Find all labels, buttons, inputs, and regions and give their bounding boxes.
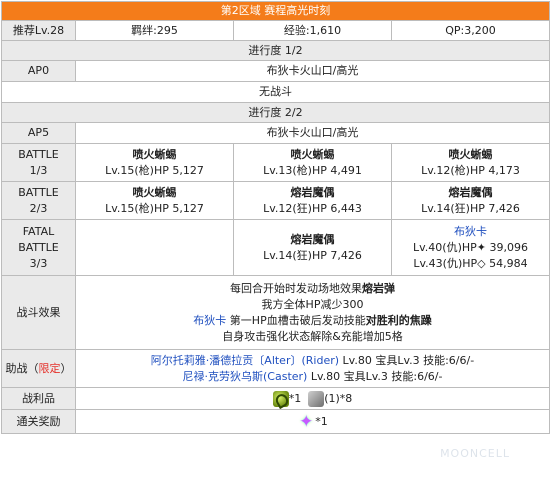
support-row: 助战（限定） 阿尔托莉雅·潘德拉贡〔Alter〕(Rider) Lv.80 宝具…	[2, 350, 550, 388]
enemy-name: 喷火蜥蜴	[394, 147, 547, 163]
enemy-name: 喷火蜥蜴	[236, 147, 389, 163]
progress-2-header: 进行度 2/2	[2, 103, 550, 123]
reward-label: 通关奖励	[2, 410, 76, 434]
battle-3-label: FATALBATTLE3/3	[2, 220, 76, 276]
servant-link[interactable]: 布狄卡	[193, 314, 226, 327]
enemy-cell: 熔岩魔偶 Lv.14(狂)HP 7,426	[392, 182, 550, 220]
recommend-level: 推荐Lv.28	[2, 21, 76, 41]
support-info: Lv.80 宝具Lv.3 技能:6/6/-	[307, 370, 442, 383]
support-content: 阿尔托莉雅·潘德拉贡〔Alter〕(Rider) Lv.80 宝具Lv.3 技能…	[76, 350, 550, 388]
enemy-stats: Lv.13(枪)HP 4,491	[236, 163, 389, 179]
empty-enemy-cell	[76, 220, 234, 276]
quest-title: 第2区域 赛程高光时刻	[2, 2, 550, 21]
enemy-stats: Lv.40(仇)HP✦ 39,096	[394, 240, 547, 256]
effect-text: 自身攻击强化状态解除&充能增加5格	[78, 329, 547, 345]
battle-1-row: BATTLE1/3 喷火蜥蜴 Lv.15(枪)HP 5,127 喷火蜥蜴 Lv.…	[2, 144, 550, 182]
enemy-cell: 布狄卡 Lv.40(仇)HP✦ 39,096 Lv.43(仇)HP◇ 54,98…	[392, 220, 550, 276]
bond-value: 羁绊:295	[76, 21, 234, 41]
location-2: 布狄卡火山口/高光	[76, 123, 550, 144]
ember-item-icon[interactable]	[308, 391, 324, 407]
support-info: Lv.80 宝具Lv.3 技能:6/6/-	[339, 354, 474, 367]
enemy-cell: 熔岩魔偶 Lv.12(狂)HP 6,443	[234, 182, 392, 220]
quest-table: 第2区域 赛程高光时刻 推荐Lv.28 羁绊:295 经验:1,610 QP:3…	[1, 1, 550, 434]
battle-1-label: BATTLE1/3	[2, 144, 76, 182]
enemy-name-link[interactable]: 布狄卡	[394, 224, 547, 240]
loot-content: *1 (1)*8	[76, 388, 550, 410]
effect-text: 每回合开始时发动场地效果	[230, 282, 362, 295]
title-row: 第2区域 赛程高光时刻	[2, 2, 550, 21]
enemy-name: 熔岩魔偶	[236, 232, 389, 248]
reward-row: 通关奖励 ✦*1	[2, 410, 550, 434]
reward-content: ✦*1	[76, 410, 550, 434]
saint-quartz-icon[interactable]: ✦	[297, 413, 315, 431]
support-servant-link[interactable]: 尼禄·克劳狄乌斯(Caster)	[183, 370, 308, 383]
enemy-stats: Lv.15(枪)HP 5,127	[78, 201, 231, 217]
battle-3-row: FATALBATTLE3/3 熔岩魔偶 Lv.14(狂)HP 7,426 布狄卡…	[2, 220, 550, 276]
enemy-stats: Lv.12(枪)HP 4,173	[394, 163, 547, 179]
enemy-cell: 喷火蜥蜴 Lv.15(枪)HP 5,127	[76, 144, 234, 182]
enemy-stats: Lv.12(狂)HP 6,443	[236, 201, 389, 217]
effects-label: 战斗效果	[2, 276, 76, 350]
enemy-stats: Lv.14(狂)HP 7,426	[236, 248, 389, 264]
skill-name: 对胜利的焦躁	[366, 314, 432, 327]
battle-2-label: BATTLE2/3	[2, 182, 76, 220]
support-label: 助战（限定）	[2, 350, 76, 388]
qp-value: QP:3,200	[392, 21, 550, 41]
effect-text: 第一HP血槽击破后发动技能	[226, 314, 365, 327]
enemy-cell: 喷火蜥蜴 Lv.15(枪)HP 5,127	[76, 182, 234, 220]
enemy-stats: Lv.43(仇)HP◇ 54,984	[394, 256, 547, 272]
enemy-cell: 熔岩魔偶 Lv.14(狂)HP 7,426	[234, 220, 392, 276]
loot-label: 战利品	[2, 388, 76, 410]
recommend-row: 推荐Lv.28 羁绊:295 经验:1,610 QP:3,200	[2, 21, 550, 41]
enemy-name: 喷火蜥蜴	[78, 185, 231, 201]
loot-count: (1)*8	[324, 392, 352, 405]
enemy-cell: 喷火蜥蜴 Lv.12(枪)HP 4,173	[392, 144, 550, 182]
effect-name: 熔岩弹	[362, 282, 395, 295]
enemy-stats: Lv.14(狂)HP 7,426	[394, 201, 547, 217]
enemy-name: 熔岩魔偶	[236, 185, 389, 201]
watermark-text: MOONCELL	[440, 447, 510, 460]
ap-label-2: AP5	[2, 123, 76, 144]
no-battle-text: 无战斗	[2, 82, 550, 103]
exp-value: 经验:1,610	[234, 21, 392, 41]
enemy-cell: 喷火蜥蜴 Lv.13(枪)HP 4,491	[234, 144, 392, 182]
loot-count: *1	[289, 392, 302, 405]
ap-label-1: AP0	[2, 61, 76, 82]
effect-text: 我方全体HP减少300	[78, 297, 547, 313]
location-1: 布狄卡火山口/高光	[76, 61, 550, 82]
material-item-icon[interactable]	[273, 391, 289, 407]
enemy-name: 喷火蜥蜴	[78, 147, 231, 163]
enemy-name: 熔岩魔偶	[394, 185, 547, 201]
enemy-stats: Lv.15(枪)HP 5,127	[78, 163, 231, 179]
support-servant-link[interactable]: 阿尔托莉雅·潘德拉贡〔Alter〕(Rider)	[151, 354, 339, 367]
progress-1-header: 进行度 1/2	[2, 41, 550, 61]
battle-2-row: BATTLE2/3 喷火蜥蜴 Lv.15(枪)HP 5,127 熔岩魔偶 Lv.…	[2, 182, 550, 220]
effects-content: 每回合开始时发动场地效果熔岩弹 我方全体HP减少300 布狄卡 第一HP血槽击破…	[76, 276, 550, 350]
effects-row: 战斗效果 每回合开始时发动场地效果熔岩弹 我方全体HP减少300 布狄卡 第一H…	[2, 276, 550, 350]
loot-row: 战利品 *1 (1)*8	[2, 388, 550, 410]
reward-count: *1	[315, 415, 328, 428]
